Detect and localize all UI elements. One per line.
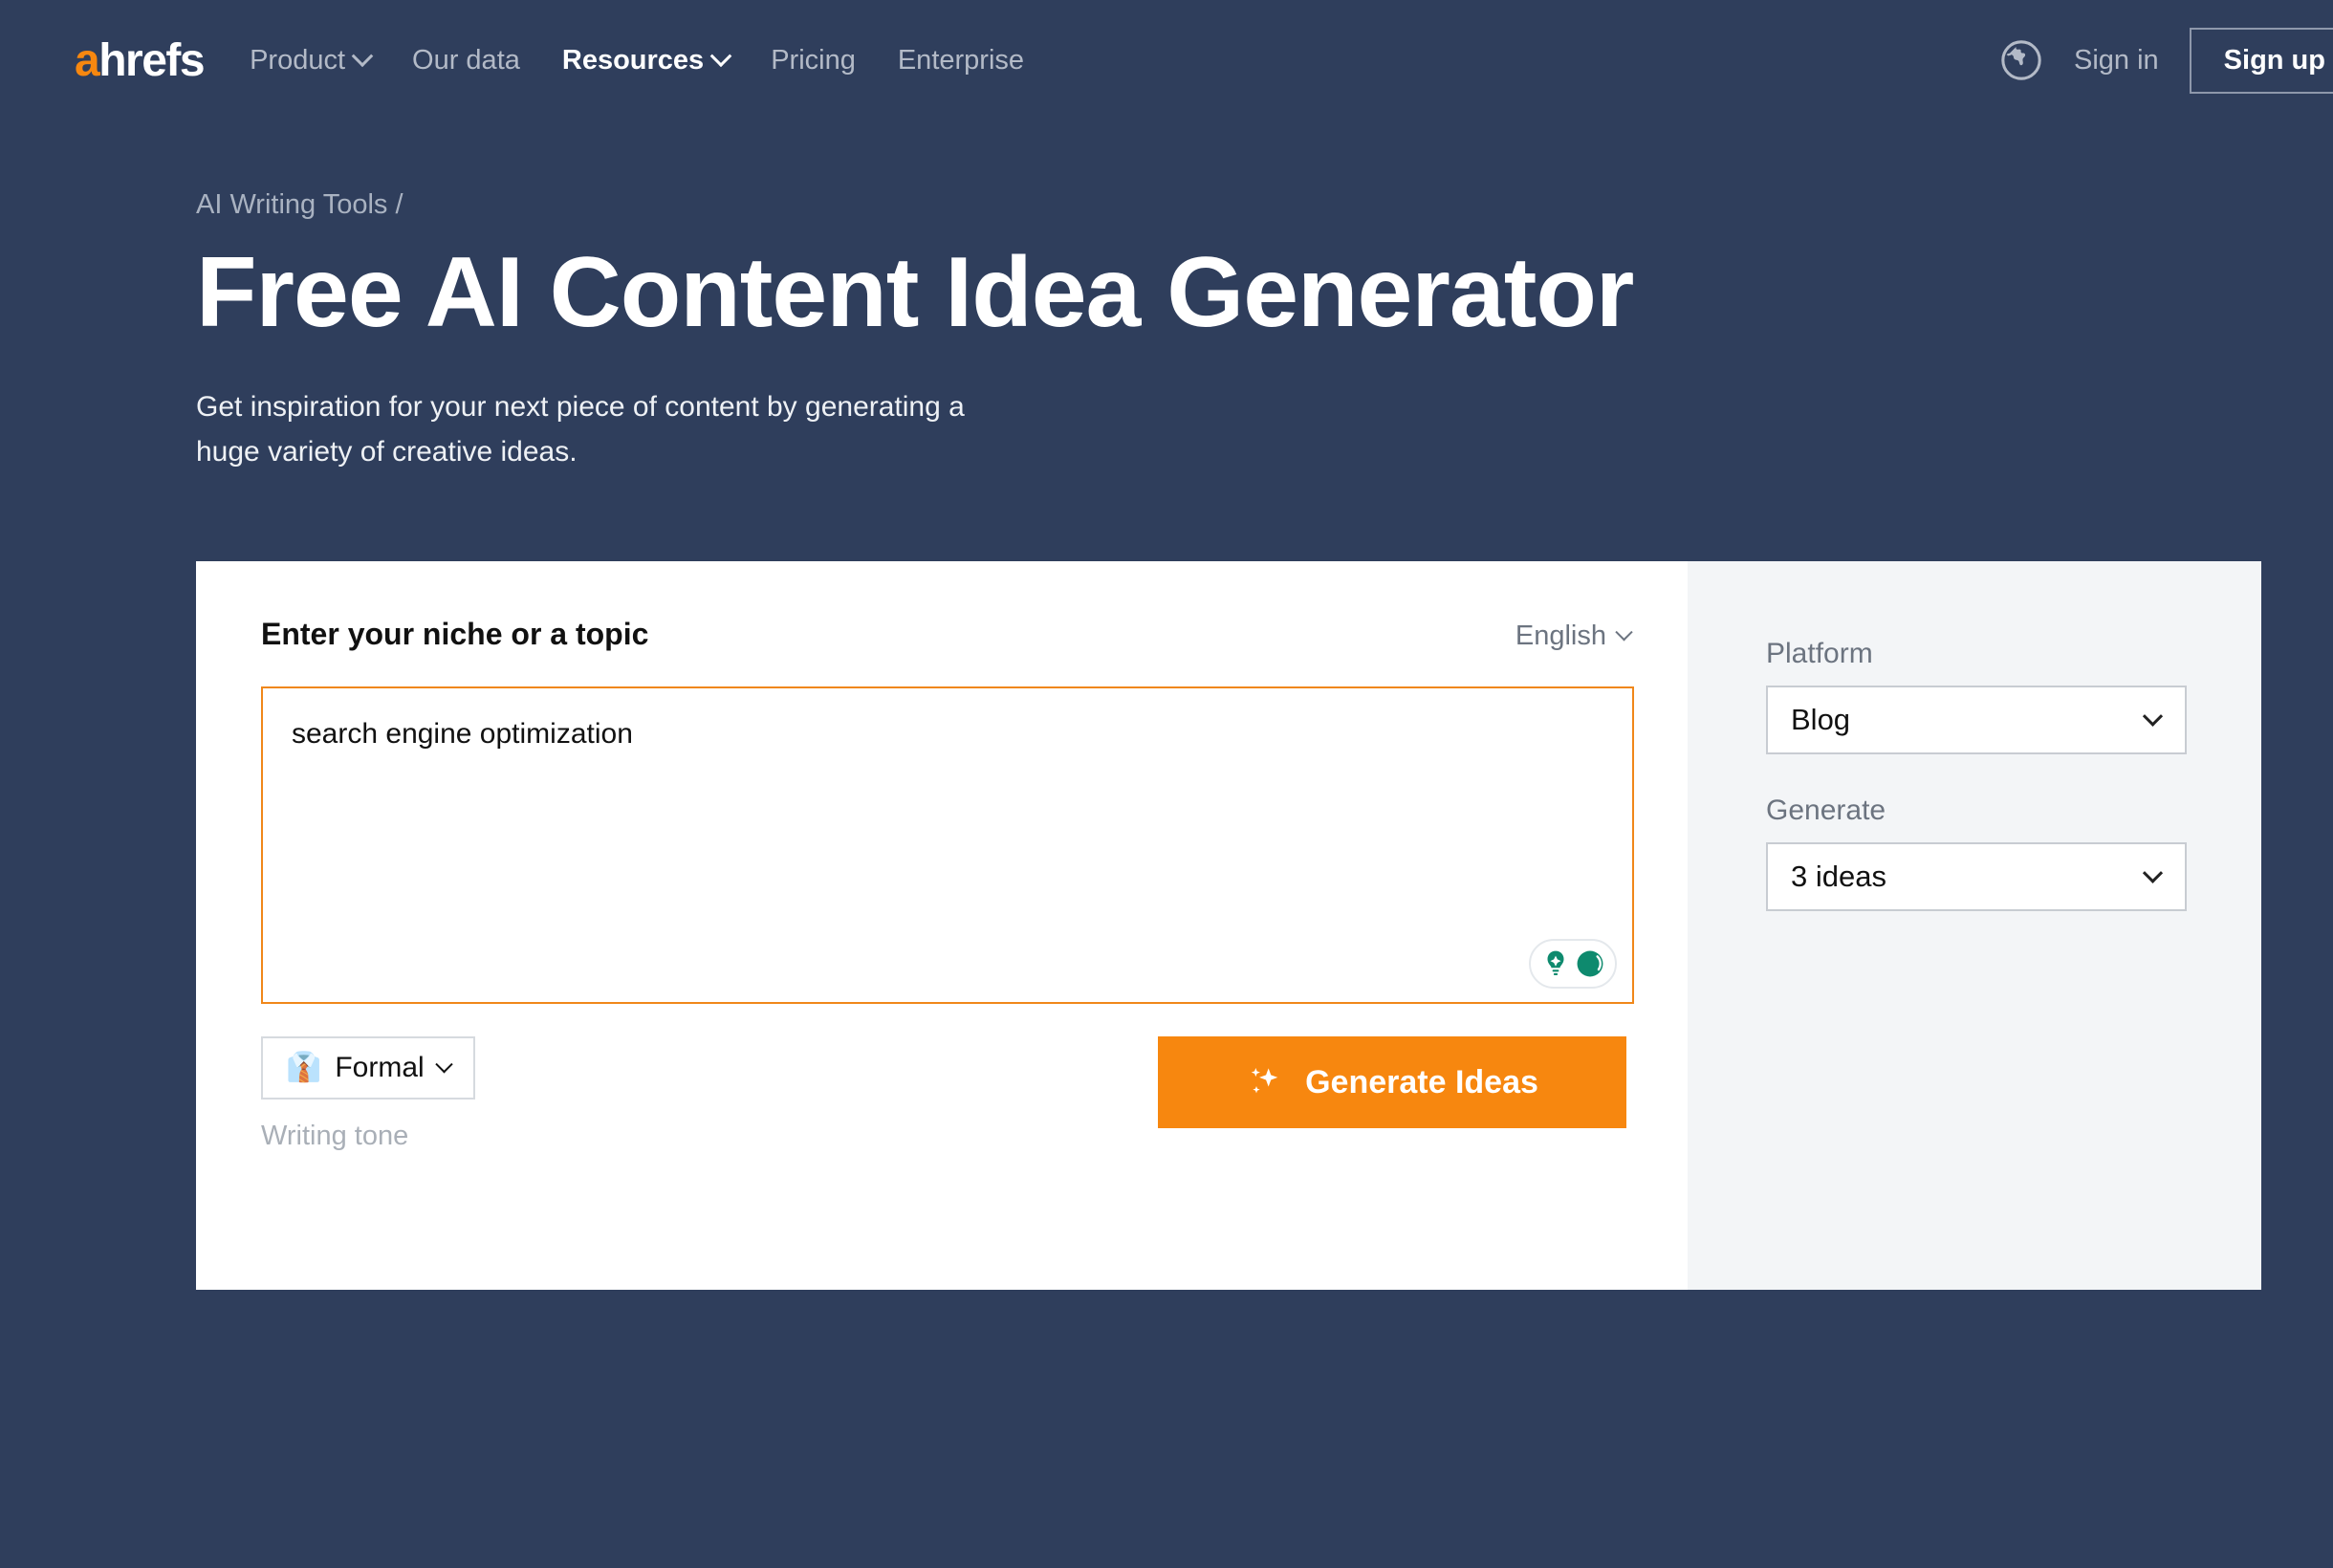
nav-label-enterprise: Enterprise: [897, 44, 1025, 76]
writing-tone-group: 👔 Formal Writing tone: [261, 1036, 475, 1152]
platform-label: Platform: [1766, 638, 1873, 670]
sign-up-button[interactable]: Sign up: [2189, 27, 2333, 94]
lightbulb-icon: [1547, 950, 1564, 976]
hero-section: AI Writing Tools / Free AI Content Idea …: [0, 120, 2333, 474]
tool-card-main: Enter your niche or a topic English sear…: [196, 561, 1688, 1291]
platform-value: Blog: [1791, 703, 1851, 737]
site-header: ahrefs Product Our data Resources Pricin…: [0, 0, 2333, 120]
nav-label-our-data: Our data: [412, 44, 520, 76]
topic-textarea[interactable]: [263, 688, 1632, 1003]
necktie-icon: 👔: [286, 1052, 322, 1084]
writing-tone-value: Formal: [335, 1052, 425, 1084]
generate-ideas-label: Generate Ideas: [1305, 1063, 1538, 1100]
topic-input-wrapper: [261, 686, 1634, 1005]
logo-text: hrefs: [98, 34, 205, 86]
language-selector[interactable]: English: [1515, 621, 1633, 652]
language-value: English: [1515, 621, 1606, 652]
controls-row: 👔 Formal Writing tone Generate Ideas: [261, 1036, 1630, 1152]
chevron-down-icon: [2142, 862, 2164, 883]
chevron-down-icon: [2142, 706, 2164, 727]
page-title: Free AI Content Idea Generator: [196, 237, 1634, 348]
main-nav: Product Our data Resources Pricing Enter…: [250, 45, 1024, 76]
breadcrumb[interactable]: AI Writing Tools /: [196, 189, 2333, 221]
sparkles-icon: [1251, 1068, 1278, 1094]
generate-count-select[interactable]: 3 ideas: [1766, 842, 2187, 912]
nav-label-resources: Resources: [561, 44, 705, 76]
grammarly-circle-icon: [1577, 950, 1603, 977]
ahrefs-logo[interactable]: ahrefs: [75, 34, 206, 87]
chevron-down-icon: [351, 45, 374, 68]
nav-label-pricing: Pricing: [771, 44, 856, 76]
nav-item-our-data[interactable]: Our data: [412, 45, 520, 76]
generate-count-value: 3 ideas: [1791, 860, 1886, 894]
hero-subtitle: Get inspiration for your next piece of c…: [196, 391, 965, 468]
generate-count-label: Generate: [1766, 795, 1886, 827]
nav-item-pricing[interactable]: Pricing: [771, 45, 856, 76]
input-header-row: Enter your niche or a topic English: [261, 617, 1633, 652]
sign-in-link[interactable]: Sign in: [2074, 45, 2159, 76]
logo-letter-a: a: [75, 34, 100, 86]
nav-list: Product Our data Resources Pricing Enter…: [250, 45, 1024, 76]
tool-card: Enter your niche or a topic English sear…: [196, 561, 2261, 1291]
chevron-down-icon: [435, 1055, 453, 1074]
platform-select[interactable]: Blog: [1766, 686, 2187, 755]
generate-ideas-button[interactable]: Generate Ideas: [1158, 1036, 1626, 1129]
chevron-down-icon: [709, 45, 732, 68]
nav-item-enterprise[interactable]: Enterprise: [898, 45, 1024, 76]
globe-icon[interactable]: [1999, 38, 2043, 82]
nav-label-product: Product: [250, 44, 346, 76]
nav-item-product[interactable]: Product: [250, 44, 374, 76]
topic-input-label: Enter your niche or a topic: [261, 617, 649, 652]
nav-item-resources[interactable]: Resources: [561, 44, 732, 76]
header-right-actions: Sign in Sign up: [1999, 0, 2333, 120]
tool-card-sidebar: Platform Blog Generate 3 ideas: [1688, 561, 2261, 1291]
grammarly-badge[interactable]: [1529, 939, 1617, 990]
writing-tone-button[interactable]: 👔 Formal: [261, 1036, 475, 1100]
writing-tone-caption: Writing tone: [261, 1121, 409, 1152]
chevron-down-icon: [1615, 623, 1633, 642]
